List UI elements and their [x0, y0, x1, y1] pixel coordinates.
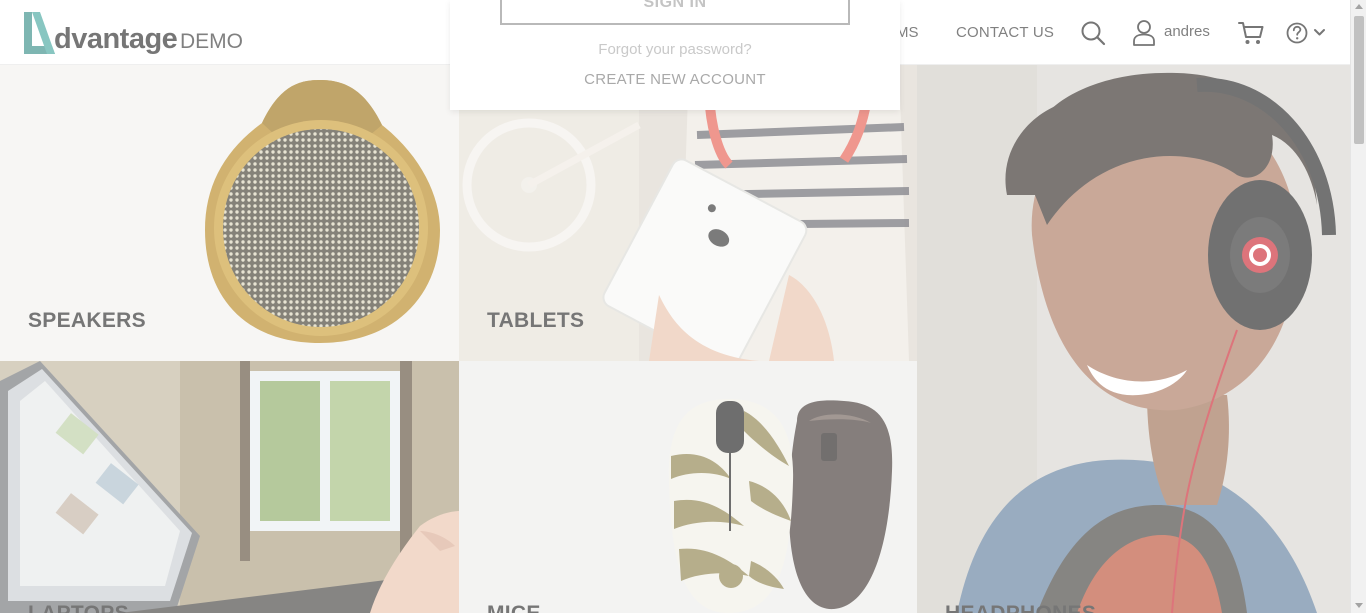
scroll-up-arrow-icon[interactable] — [1355, 4, 1363, 9]
page-scrollbar[interactable] — [1350, 0, 1366, 613]
scrollbar-thumb[interactable] — [1354, 16, 1364, 144]
login-popup: SIGN IN Forgot your password? CREATE NEW… — [450, 0, 900, 110]
create-new-account-link[interactable]: CREATE NEW ACCOUNT — [450, 71, 900, 88]
scroll-down-arrow-icon[interactable] — [1355, 603, 1363, 608]
forgot-password-link[interactable]: Forgot your password? — [450, 41, 900, 58]
sign-in-button[interactable]: SIGN IN — [500, 0, 850, 25]
